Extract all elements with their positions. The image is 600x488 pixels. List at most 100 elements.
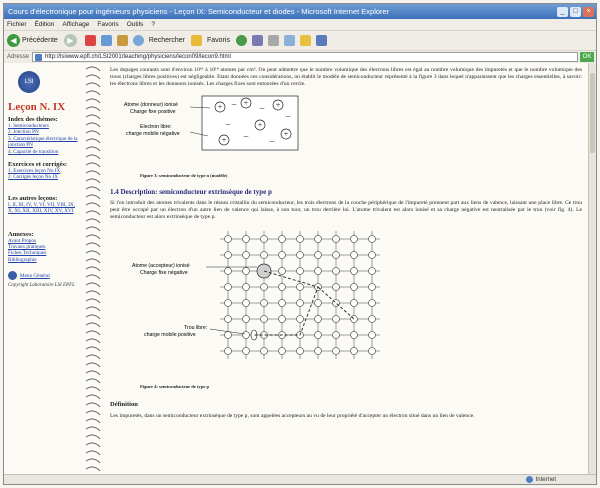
lattice-atom bbox=[260, 251, 268, 259]
spiral-ring bbox=[85, 330, 101, 336]
lattice-atom bbox=[350, 251, 358, 259]
figure-4-lattice bbox=[220, 231, 380, 359]
go-button[interactable]: OK bbox=[580, 51, 594, 62]
lattice-atom bbox=[242, 251, 250, 259]
star-icon bbox=[191, 35, 202, 46]
free-electron: – bbox=[243, 131, 249, 141]
lattice-atom bbox=[314, 331, 322, 339]
close-button[interactable]: × bbox=[583, 6, 594, 17]
lattice-atom bbox=[296, 299, 304, 307]
lessons-links[interactable]: I, II, III, IV, V, VI, VII, VIII, IX, X,… bbox=[8, 202, 80, 215]
lattice-atom bbox=[368, 331, 376, 339]
lattice-atom bbox=[368, 347, 376, 355]
spiral-ring bbox=[85, 466, 101, 472]
spiral-ring bbox=[85, 74, 101, 80]
lattice-atom bbox=[224, 299, 232, 307]
index-link-3[interactable]: 3. Caractéristique électrique de la jonc… bbox=[8, 136, 80, 149]
spiral-ring bbox=[85, 234, 101, 240]
lattice-atom bbox=[332, 267, 340, 275]
exercise-link-2[interactable]: 2. Corrigés leçon No IX bbox=[8, 174, 80, 180]
lattice-atom bbox=[260, 347, 268, 355]
forward-button[interactable]: ▶ bbox=[63, 34, 79, 47]
menu-favoris[interactable]: Favoris bbox=[97, 21, 118, 28]
maximize-button[interactable]: □ bbox=[570, 6, 581, 17]
search-button[interactable]: Rechercher bbox=[132, 35, 185, 46]
forward-arrow-icon: ▶ bbox=[63, 34, 77, 47]
title-bar: Cours d'électronique pour ingénieurs phy… bbox=[4, 4, 596, 19]
figure-3-caption: Figure 3: semiconducteur de type n (modè… bbox=[140, 173, 228, 178]
scrollbar-thumb[interactable] bbox=[590, 73, 595, 153]
spiral-ring bbox=[85, 258, 101, 264]
lattice-atom bbox=[224, 235, 232, 243]
lattice-atom bbox=[278, 235, 286, 243]
lattice-atom bbox=[350, 283, 358, 291]
lattice-atom bbox=[242, 235, 250, 243]
back-arrow-icon: ◀ bbox=[7, 34, 20, 47]
lattice-atom bbox=[368, 283, 376, 291]
stop-icon[interactable] bbox=[84, 35, 96, 46]
folder-icon[interactable] bbox=[299, 35, 311, 46]
lattice-atom bbox=[242, 331, 250, 339]
refresh-icon[interactable] bbox=[100, 35, 112, 46]
definition-heading: Définition bbox=[110, 401, 138, 408]
plus-sign: + bbox=[258, 121, 263, 130]
free-electron: – bbox=[225, 119, 231, 129]
minimize-button[interactable]: _ bbox=[557, 6, 568, 17]
menu-help[interactable]: ? bbox=[151, 21, 155, 28]
mail-icon[interactable] bbox=[267, 35, 279, 46]
back-button[interactable]: ◀ Précédente bbox=[7, 34, 58, 47]
annex-heading: Annexes: bbox=[8, 230, 34, 238]
index-link-4[interactable]: 4. Capacité de transition bbox=[8, 149, 80, 155]
paragraph-dopage: Les dopages courants sont d'environ 10¹⁶… bbox=[110, 67, 582, 87]
section-1-4-title: 1.4 Description: semiconducteur extrinsè… bbox=[110, 188, 272, 196]
menu-edition[interactable]: Édition bbox=[35, 21, 55, 28]
lsi-logo[interactable]: LSI bbox=[18, 71, 40, 93]
lattice-atom bbox=[242, 283, 250, 291]
exercises-heading: Exercices et corrigés: bbox=[8, 161, 68, 169]
address-input[interactable]: http://lsiwww.epfl.ch/LSI2001/teaching/p… bbox=[32, 51, 578, 62]
spiral-ring bbox=[85, 122, 101, 128]
figure-4-diagram: Atome (accepteur) ionisé Charge fixe nég… bbox=[132, 231, 380, 359]
spiral-ring bbox=[85, 354, 101, 360]
history-icon[interactable] bbox=[251, 35, 263, 46]
lattice-atom bbox=[296, 267, 304, 275]
menu-fichier[interactable]: Fichier bbox=[7, 21, 27, 28]
lattice-atom bbox=[332, 347, 340, 355]
menu-general-link[interactable]: Menu Général bbox=[8, 271, 80, 281]
page-content: LSI Leçon N. IX Index des thèmes: 1. Sem… bbox=[4, 63, 590, 476]
plus-sign: + bbox=[284, 130, 289, 139]
annex-link-4[interactable]: Bibliographie bbox=[8, 257, 80, 263]
lattice-atom bbox=[242, 347, 250, 355]
fig4-label-hole-2: charge mobile positive bbox=[144, 332, 196, 338]
lesson-sidebar: LSI Leçon N. IX Index des thèmes: 1. Sem… bbox=[4, 63, 82, 476]
menu-general-icon bbox=[8, 271, 17, 281]
lattice-atom bbox=[224, 251, 232, 259]
lattice-atom bbox=[350, 331, 358, 339]
lattice-atom bbox=[350, 299, 358, 307]
lattice-atom bbox=[224, 331, 232, 339]
plus-sign: + bbox=[218, 103, 223, 112]
lattice-atom bbox=[332, 315, 340, 323]
lattice-atom bbox=[350, 267, 358, 275]
vertical-scrollbar[interactable] bbox=[588, 63, 596, 476]
media-icon[interactable] bbox=[235, 35, 247, 46]
menu-affichage[interactable]: Affichage bbox=[62, 21, 89, 28]
menu-outils[interactable]: Outils bbox=[127, 21, 144, 28]
fig3-label-donor-1: Atome (donneur) ionisé bbox=[124, 102, 178, 108]
spiral-ring bbox=[85, 66, 101, 72]
favorites-button[interactable]: Favoris bbox=[191, 35, 230, 46]
status-bar: Internet bbox=[4, 474, 596, 484]
lattice-atom bbox=[332, 251, 340, 259]
lattice-atom bbox=[278, 347, 286, 355]
spiral-ring bbox=[85, 378, 101, 384]
spiral-ring bbox=[85, 442, 101, 448]
messenger-icon[interactable] bbox=[315, 35, 327, 46]
lattice-atom bbox=[242, 315, 250, 323]
spiral-ring bbox=[85, 386, 101, 392]
home-icon[interactable] bbox=[116, 35, 128, 46]
menu-bar: Fichier Édition Affichage Favoris Outils… bbox=[4, 19, 596, 30]
free-electron: – bbox=[231, 99, 237, 109]
print-icon[interactable] bbox=[283, 35, 295, 46]
internet-zone-icon bbox=[525, 476, 533, 483]
spiral-ring bbox=[85, 138, 101, 144]
